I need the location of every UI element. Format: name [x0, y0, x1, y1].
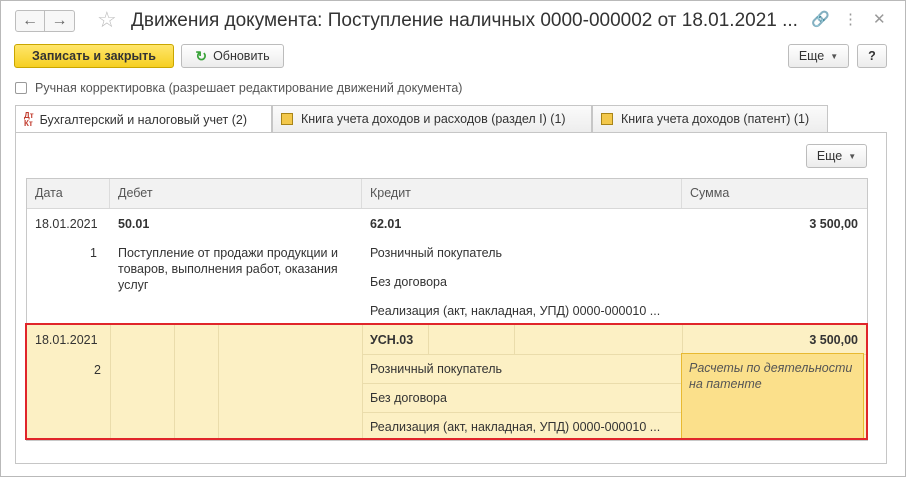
manual-correction-row[interactable]: Ручная корректировка (разрешает редактир…	[15, 81, 462, 95]
credit-subconto-2: Без договора	[370, 275, 447, 289]
tab-bar: Дт Кт Бухгалтерский и налоговый учет (2) …	[15, 105, 895, 133]
row-amount: 3 500,00	[809, 217, 858, 231]
debit-account: 50.01	[118, 217, 150, 231]
table-header: Дата Дебет Кредит Сумма	[27, 179, 867, 209]
tab-income-expense-label: Книга учета доходов и расходов (раздел I…	[301, 112, 566, 126]
close-icon[interactable]: ✕	[873, 10, 886, 28]
menu-icon[interactable]: ⋮	[843, 10, 858, 28]
credit-subconto-3: Реализация (акт, накладная, УПД) 0000-00…	[370, 304, 661, 318]
back-button[interactable]: ←	[15, 10, 45, 32]
arrow-right-icon: →	[51, 12, 68, 29]
window-title: Движения документа: Поступление наличных…	[131, 10, 798, 31]
col-amount-header[interactable]: Сумма	[682, 179, 867, 208]
refresh-label: Обновить	[213, 49, 270, 63]
document-movements-window: ← → ☆ Движения документа: Поступление на…	[0, 0, 906, 477]
tab-accounting[interactable]: Дт Кт Бухгалтерский и налоговый учет (2)	[15, 105, 272, 133]
credit-account: 62.01	[370, 217, 402, 231]
row-date: 18.01.2021	[35, 217, 98, 231]
col-date-header[interactable]: Дата	[27, 179, 110, 208]
tab-patent-book[interactable]: Книга учета доходов (патент) (1)	[592, 105, 828, 132]
book-icon	[281, 113, 293, 125]
save-close-button[interactable]: Записать и закрыть	[14, 44, 174, 68]
refresh-icon: ↻	[195, 47, 208, 64]
refresh-button[interactable]: ↻ Обновить	[181, 44, 284, 68]
dt-kt-icon: Дт Кт	[24, 110, 34, 128]
col-credit-header[interactable]: Кредит	[362, 179, 682, 208]
more-label: Еще	[798, 49, 825, 63]
help-button[interactable]: ?	[857, 44, 887, 68]
tab-income-expense-book[interactable]: Книга учета доходов и расходов (раздел I…	[272, 105, 592, 132]
link-icon[interactable]: 🔗	[811, 10, 830, 28]
credit-subconto-1: Розничный покупатель	[370, 246, 503, 260]
row-number: 1	[90, 246, 97, 260]
col-debit-header[interactable]: Дебет	[110, 179, 362, 208]
tab-accounting-label: Бухгалтерский и налоговый учет (2)	[39, 112, 248, 127]
forward-button[interactable]: →	[45, 10, 75, 32]
table-more-label: Еще	[816, 149, 843, 163]
manual-correction-label: Ручная корректировка (разрешает редактир…	[35, 81, 463, 95]
title-bar: ← → ☆ Движения документа: Поступление на…	[1, 1, 905, 41]
chevron-down-icon: ▼	[830, 51, 839, 61]
manual-correction-checkbox[interactable]	[15, 82, 27, 94]
chevron-down-icon: ▼	[848, 151, 857, 161]
favorite-star-icon[interactable]: ☆	[97, 7, 117, 33]
more-menu-button[interactable]: Еще ▼	[788, 44, 849, 68]
highlight-frame	[25, 323, 868, 440]
debit-subconto: Поступление от продажи продукции и товар…	[118, 246, 338, 292]
tab-patent-label: Книга учета доходов (патент) (1)	[621, 112, 810, 126]
arrow-left-icon: ←	[22, 12, 38, 29]
book-icon	[601, 113, 613, 125]
table-more-button[interactable]: Еще ▼	[806, 144, 867, 168]
